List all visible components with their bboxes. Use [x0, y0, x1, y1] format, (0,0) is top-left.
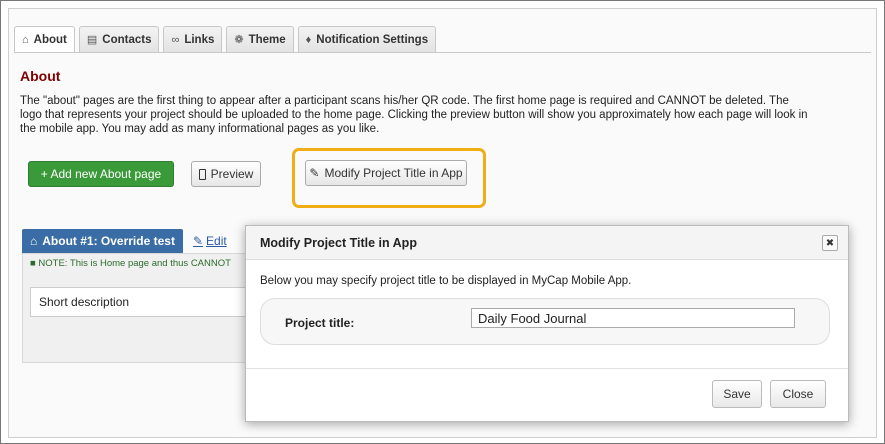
add-about-page-label: + Add new About page	[40, 167, 162, 181]
tab-notification-settings-label: Notification Settings	[316, 33, 429, 46]
project-title-label: Project title:	[285, 316, 355, 330]
modify-project-title-dialog: Modify Project Title in App ✖ Below you …	[245, 225, 849, 422]
lock-icon: ■	[30, 258, 36, 269]
about-page-tab[interactable]: ⌂ About #1: Override test	[22, 229, 183, 253]
tab-theme-label: Theme	[248, 33, 286, 46]
preview-label: Preview	[210, 167, 254, 181]
tab-links[interactable]: ∞ Links	[163, 26, 223, 52]
pencil-icon: ✎	[192, 234, 204, 248]
home-icon: ⌂	[30, 234, 38, 248]
dialog-title: Modify Project Title in App	[260, 235, 417, 250]
project-title-input[interactable]	[471, 308, 795, 328]
dialog-footer-divider	[246, 368, 848, 369]
section-description: The "about" pages are the first thing to…	[20, 95, 808, 135]
tab-notification-settings[interactable]: ♦ Notification Settings	[297, 26, 437, 52]
tab-theme[interactable]: ❁ Theme	[226, 26, 294, 52]
dialog-header: Modify Project Title in App	[246, 226, 848, 260]
home-page-note-text: NOTE: This is Home page and thus CANNOT	[38, 258, 231, 269]
home-icon: ⌂	[22, 33, 29, 46]
about-page-header: ⌂ About #1: Override test ✎ Edit	[22, 229, 227, 253]
highlight-box	[292, 148, 486, 208]
tab-links-label: Links	[184, 33, 215, 46]
section-title: About	[20, 68, 61, 84]
tab-contacts[interactable]: ▤ Contacts	[78, 26, 160, 52]
contact-card-icon: ▤	[86, 34, 98, 46]
short-description-field[interactable]: Short description	[30, 287, 262, 317]
add-about-page-button[interactable]: + Add new About page	[28, 161, 174, 187]
tab-contacts-label: Contacts	[102, 33, 152, 46]
bell-icon: ♦	[305, 33, 312, 46]
preview-button[interactable]: Preview	[191, 161, 261, 187]
project-title-row: Project title:	[260, 298, 830, 345]
tab-bar: ⌂ About ▤ Contacts ∞ Links ❁ Theme ♦ Not…	[14, 26, 437, 52]
tab-divider	[14, 52, 871, 53]
dialog-message: Below you may specify project title to b…	[260, 275, 632, 287]
save-button[interactable]: Save	[712, 380, 762, 408]
close-button[interactable]: Close	[770, 380, 826, 408]
short-description-label: Short description	[39, 295, 130, 309]
palette-icon: ❁	[234, 34, 244, 46]
dialog-close-icon[interactable]: ✖	[822, 235, 838, 251]
edit-link[interactable]: ✎ Edit	[193, 234, 227, 248]
about-page-tab-label: About #1: Override test	[42, 234, 175, 248]
home-page-note: ■ NOTE: This is Home page and thus CANNO…	[30, 258, 231, 269]
tab-about-label: About	[33, 33, 67, 46]
edit-link-label: Edit	[206, 234, 227, 248]
link-icon: ∞	[171, 33, 180, 46]
phone-icon	[198, 168, 206, 180]
tab-about[interactable]: ⌂ About	[14, 26, 75, 52]
